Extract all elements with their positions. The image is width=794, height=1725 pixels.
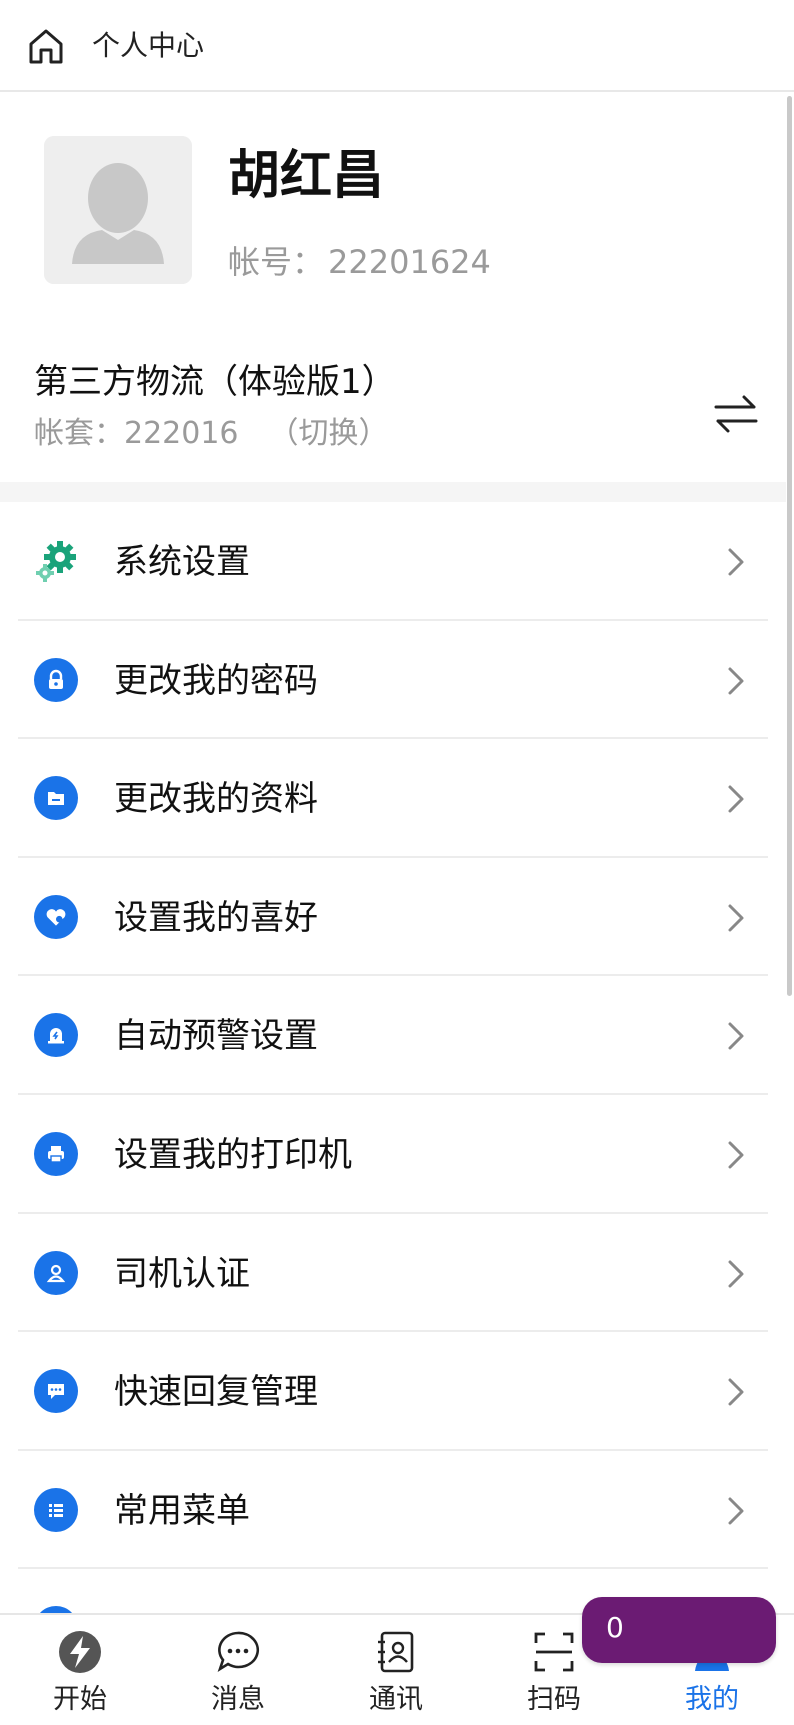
account-value: 22201624 — [328, 243, 491, 281]
menu-item-label: 更改我的资料 — [114, 779, 318, 820]
menu-item-label: 设置我的打印机 — [114, 1134, 352, 1175]
printer-icon — [34, 1131, 78, 1176]
chevron-right-icon — [728, 1141, 744, 1169]
switch-arrows-icon[interactable] — [712, 392, 760, 436]
alert-icon — [34, 1013, 78, 1058]
chevron-right-icon — [728, 1497, 744, 1525]
badge-count: 0 — [606, 1611, 624, 1644]
chevron-right-icon — [728, 904, 744, 932]
chevron-right-icon — [728, 1022, 744, 1050]
menu-item-printer[interactable]: 设置我的打印机 — [18, 1095, 768, 1214]
user-name: 胡红昌 — [228, 146, 385, 206]
settings-menu: 系统设置 更改我的密码 更改我的资料 设置我的喜好 自动预警设置 设置我的打印机… — [0, 502, 786, 1688]
heart-icon — [34, 894, 78, 939]
top-bar: 个人中心 — [0, 0, 794, 92]
lightning-logo-icon — [59, 1631, 101, 1673]
tab-messages[interactable]: 消息 — [168, 1615, 308, 1725]
tab-label: 消息 — [211, 1684, 265, 1715]
menu-item-label: 自动预警设置 — [114, 1016, 318, 1057]
ledger-label: 帐套： — [34, 416, 124, 451]
contacts-icon — [378, 1631, 414, 1673]
profile-section: 胡红昌 帐号： 22201624 第三方物流（体验版1） 帐套：222016 （切换… — [0, 92, 786, 482]
menu-item-auto-alert[interactable]: 自动预警设置 — [18, 976, 768, 1095]
chevron-right-icon — [728, 785, 744, 813]
menu-item-change-password[interactable]: 更改我的密码 — [18, 621, 768, 740]
menu-item-driver-auth[interactable]: 司机认证 — [18, 1214, 768, 1333]
list-icon — [34, 1487, 78, 1532]
menu-item-label: 常用菜单 — [114, 1490, 250, 1531]
chevron-right-icon — [728, 1260, 744, 1288]
chevron-right-icon — [728, 548, 744, 576]
switch-ledger-link[interactable]: （切换） — [269, 416, 389, 451]
menu-item-label: 系统设置 — [114, 542, 250, 582]
account-number: 帐号： 22201624 — [228, 242, 491, 282]
menu-item-label: 司机认证 — [114, 1253, 250, 1294]
lock-icon — [34, 657, 78, 702]
chevron-right-icon — [728, 667, 744, 695]
default-avatar-icon — [44, 136, 192, 284]
tab-label: 我的 — [685, 1684, 739, 1715]
menu-item-preferences[interactable]: 设置我的喜好 — [18, 858, 768, 977]
menu-item-label: 快速回复管理 — [114, 1372, 318, 1413]
menu-item-label: 设置我的喜好 — [114, 897, 318, 938]
page-title: 个人中心 — [92, 29, 205, 62]
tab-label: 扫码 — [527, 1684, 581, 1715]
section-divider — [0, 482, 786, 502]
account-label: 帐号： — [228, 243, 325, 281]
company-name: 第三方物流（体验版1） — [34, 362, 396, 402]
scrollbar[interactable] — [787, 96, 792, 996]
menu-item-label: 更改我的密码 — [114, 660, 318, 701]
folder-icon — [34, 776, 78, 821]
menu-item-change-profile[interactable]: 更改我的资料 — [18, 739, 768, 858]
gear-icon — [36, 541, 76, 582]
menu-item-quick-reply[interactable]: 快速回复管理 — [18, 1332, 768, 1451]
tab-contacts[interactable]: 通讯 — [326, 1615, 466, 1725]
home-icon[interactable] — [26, 26, 66, 66]
tab-label: 开始 — [53, 1684, 107, 1715]
tab-start[interactable]: 开始 — [10, 1615, 150, 1725]
menu-item-system-settings[interactable]: 系统设置 — [18, 502, 768, 621]
message-icon — [217, 1631, 259, 1673]
ledger-value: 222016 — [124, 416, 239, 451]
ledger-line: 帐套：222016 （切换） — [34, 414, 389, 454]
chat-icon — [34, 1369, 78, 1414]
tab-label: 通讯 — [369, 1684, 423, 1715]
driver-icon — [34, 1250, 78, 1295]
floating-count-badge[interactable]: 0 — [582, 1597, 776, 1663]
menu-item-common-menu[interactable]: 常用菜单 — [18, 1451, 768, 1570]
avatar[interactable] — [44, 136, 192, 284]
chevron-right-icon — [728, 1378, 744, 1406]
scan-icon — [534, 1632, 574, 1672]
